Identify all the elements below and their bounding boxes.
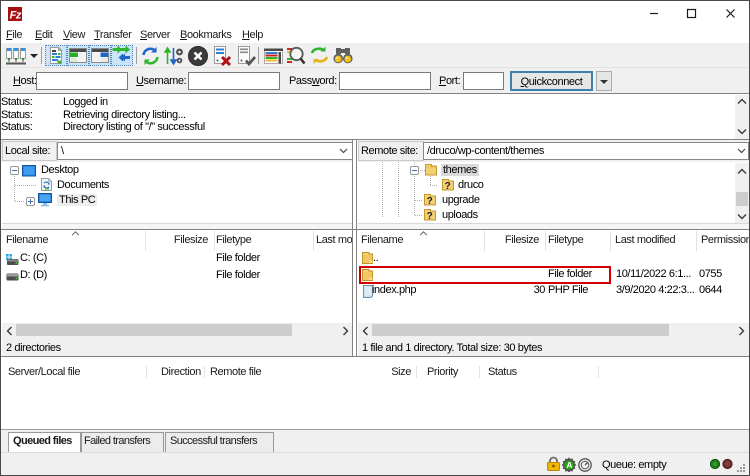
svg-text:?: ? [427, 196, 433, 206]
svg-text:Fz: Fz [10, 9, 22, 21]
svg-text:?: ? [427, 211, 433, 221]
svg-text:?: ? [445, 181, 451, 191]
svg-text:A: A [566, 460, 572, 470]
